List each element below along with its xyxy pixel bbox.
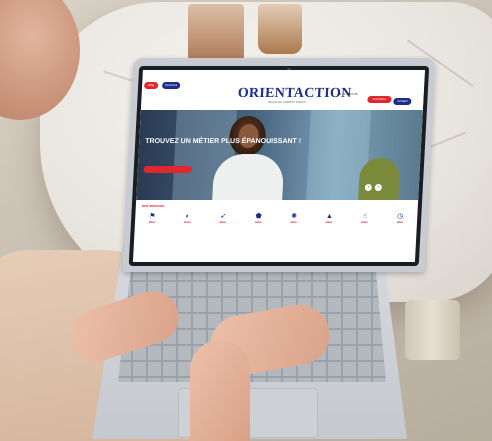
- service-label: Bilan: [325, 221, 333, 224]
- laptop-lid: Blog Recrutez ORIENTACTION BILAN DE COMP…: [122, 58, 436, 272]
- brand-logo[interactable]: ORIENTACTION BILAN DE COMPÉTENCES: [237, 86, 352, 104]
- services-heading: NOS SERVICES: [141, 204, 165, 208]
- service-item[interactable]: ⚑ Bilan: [138, 212, 166, 242]
- service-label: Bilan: [396, 221, 404, 224]
- photo-scene: Blog Recrutez ORIENTACTION BILAN DE COMP…: [0, 0, 492, 441]
- man-photo: [358, 158, 401, 200]
- service-label: Bilan: [184, 221, 191, 224]
- hero-title: TROUVEZ UN MÉTIER PLUS ÉPANOUISSANT !: [145, 138, 302, 145]
- service-label: Bilan: [361, 221, 368, 224]
- service-label: Bilan: [290, 221, 297, 224]
- recruit-button[interactable]: Recrutez: [161, 82, 181, 89]
- service-item[interactable]: ◷ Bilan: [386, 212, 414, 242]
- blog-button[interactable]: Blog: [143, 82, 159, 89]
- table-leg: [405, 300, 460, 360]
- service-label: Bilan: [148, 221, 156, 224]
- badge-icon: ⬟: [255, 213, 262, 220]
- service-item[interactable]: ⬟ Bilan: [244, 212, 272, 242]
- hero-banner: TROUVEZ UN MÉTIER PLUS ÉPANOUISSANT ! ‹ …: [136, 110, 423, 200]
- service-item[interactable]: ☝ Bilan: [350, 212, 378, 242]
- graduation-cap-icon: ▲: [325, 213, 334, 220]
- service-item[interactable]: ◐ Bilan: [173, 212, 201, 242]
- drinking-glass: [258, 4, 302, 54]
- hand-icon: ☝: [362, 213, 368, 220]
- service-label: Bilan: [219, 221, 227, 224]
- service-label: Bilan: [255, 221, 262, 224]
- lightbulb-icon: ✺: [290, 213, 298, 220]
- signpost-icon: ⚑: [148, 213, 156, 220]
- signup-button[interactable]: Inscription: [367, 96, 392, 103]
- contact-info: 09 72 12 55 66: [338, 92, 364, 96]
- contact-button[interactable]: Contact: [393, 98, 412, 105]
- right-forearm: [190, 340, 250, 441]
- service-item[interactable]: ➶ Bilan: [209, 212, 237, 242]
- laptop-screen: Blog Recrutez ORIENTACTION BILAN DE COMP…: [132, 70, 425, 262]
- runner-icon: ➶: [220, 213, 227, 220]
- contact-phone: 09 72 12 55 66: [337, 92, 358, 96]
- compass-icon: ◐: [185, 213, 191, 220]
- drinking-glass: [188, 4, 244, 66]
- services-row: ⚑ Bilan ◐ Bilan ➶ Bilan ⬟ Bilan ✺ Bilan …: [138, 212, 414, 242]
- stopwatch-icon: ◷: [397, 213, 404, 220]
- service-item[interactable]: ▲ Bilan: [315, 212, 343, 242]
- service-item[interactable]: ✺ Bilan: [280, 212, 308, 242]
- hero-cta-button[interactable]: [143, 166, 192, 173]
- laptop-bezel: Blog Recrutez ORIENTACTION BILAN DE COMP…: [128, 66, 430, 266]
